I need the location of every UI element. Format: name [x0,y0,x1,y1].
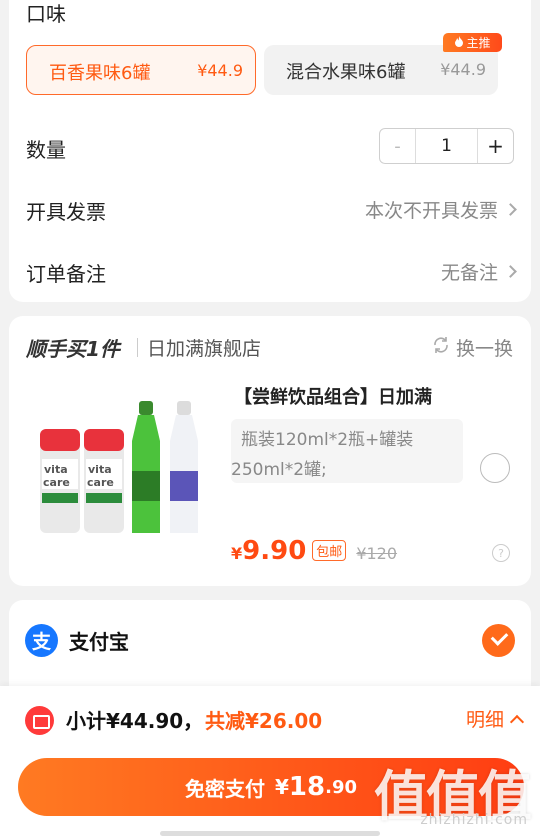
chevron-up-icon [509,714,525,729]
help-icon[interactable]: ? [492,544,510,562]
flavor-option-mixed-fruit[interactable]: 混合水果味6罐 ¥44.9 [264,45,498,95]
flame-icon [454,35,464,50]
pay-amount-int: 18 [288,772,326,802]
flavor-label: 口味 [26,2,66,26]
flavor-name: 百香果味6罐 [49,63,151,84]
addon-title: 顺手买1件 [26,337,120,361]
addon-select-radio[interactable] [480,453,510,483]
product-title[interactable]: 【尝鲜饮品组合】日加满 [234,383,432,409]
spec-line: 250ml*2罐; [231,460,327,480]
addon-card: 顺手买1件 日加满旗舰店 换一换 vita care vita care 【尝鲜… [9,316,531,586]
order-note-row[interactable]: 无备注 [440,258,517,285]
payment-method-name[interactable]: 支付宝 [69,626,129,655]
svg-text:vita: vita [88,463,112,476]
divider [137,338,138,357]
badge-text: 主推 [466,36,491,50]
invoice-value: 本次不开具发票 [364,200,498,222]
free-shipping-tag: 包邮 [312,540,347,561]
quantity-stepper[interactable]: - 1 + [379,128,514,164]
refresh-icon [432,336,450,359]
recommended-badge: 主推 [443,33,502,52]
detail-label: 明细 [465,709,504,731]
increment-button[interactable]: + [477,129,513,163]
swap-button[interactable]: 换一换 [432,334,513,361]
original-price: ¥120 [356,544,398,563]
flavor-price: ¥44.9 [440,60,486,79]
invoice-label: 开具发票 [26,200,106,224]
quantity-label: 数量 [26,138,66,162]
pay-label: 免密支付 [185,776,265,801]
order-options-card: 口味 百香果味6罐 ¥44.9 混合水果味6罐 ¥44.9 主推 数量 - 1 … [9,0,531,302]
swap-label: 换一换 [455,338,513,360]
invoice-row[interactable]: 本次不开具发票 [364,196,517,223]
quantity-value[interactable]: 1 [416,129,477,163]
addon-price-row: ¥ 9.90 包邮 ¥120 [231,536,397,566]
home-indicator [160,831,380,836]
store-name[interactable]: 日加满旗舰店 [147,334,261,361]
watermark-url: zhizhizhi.com [420,812,528,828]
discount-total: 共减¥26.00 [205,709,323,733]
currency-symbol: ¥ [275,775,289,799]
decrement-button[interactable]: - [380,129,416,163]
flavor-name: 混合水果味6罐 [286,62,406,83]
svg-text:care: care [87,476,114,489]
flavor-option-passionfruit[interactable]: 百香果味6罐 ¥44.9 [26,45,256,95]
flavor-price: ¥44.9 [197,61,243,80]
pay-amount-dec: .90 [325,776,357,798]
addon-price: 9.90 [242,536,307,566]
detail-button[interactable]: 明细 [465,705,525,732]
svg-text:care: care [43,476,70,489]
order-note-label: 订单备注 [26,262,106,286]
currency-symbol: ¥ [231,544,243,563]
product-spec[interactable]: 瓶装120ml*2瓶+罐装 250ml*2罐; [231,419,463,483]
coupon-icon [25,706,54,735]
svg-text:vita: vita [44,463,68,476]
chevron-right-icon [504,265,517,278]
spec-line: 瓶装120ml*2瓶+罐装 [241,430,414,450]
alipay-icon: 支 [25,624,58,657]
chevron-right-icon [504,203,517,216]
product-image[interactable]: vita care vita care [34,401,214,536]
subtotal: 小计¥44.90， [66,709,204,733]
order-note-value: 无备注 [440,262,498,284]
check-icon[interactable] [482,624,515,657]
